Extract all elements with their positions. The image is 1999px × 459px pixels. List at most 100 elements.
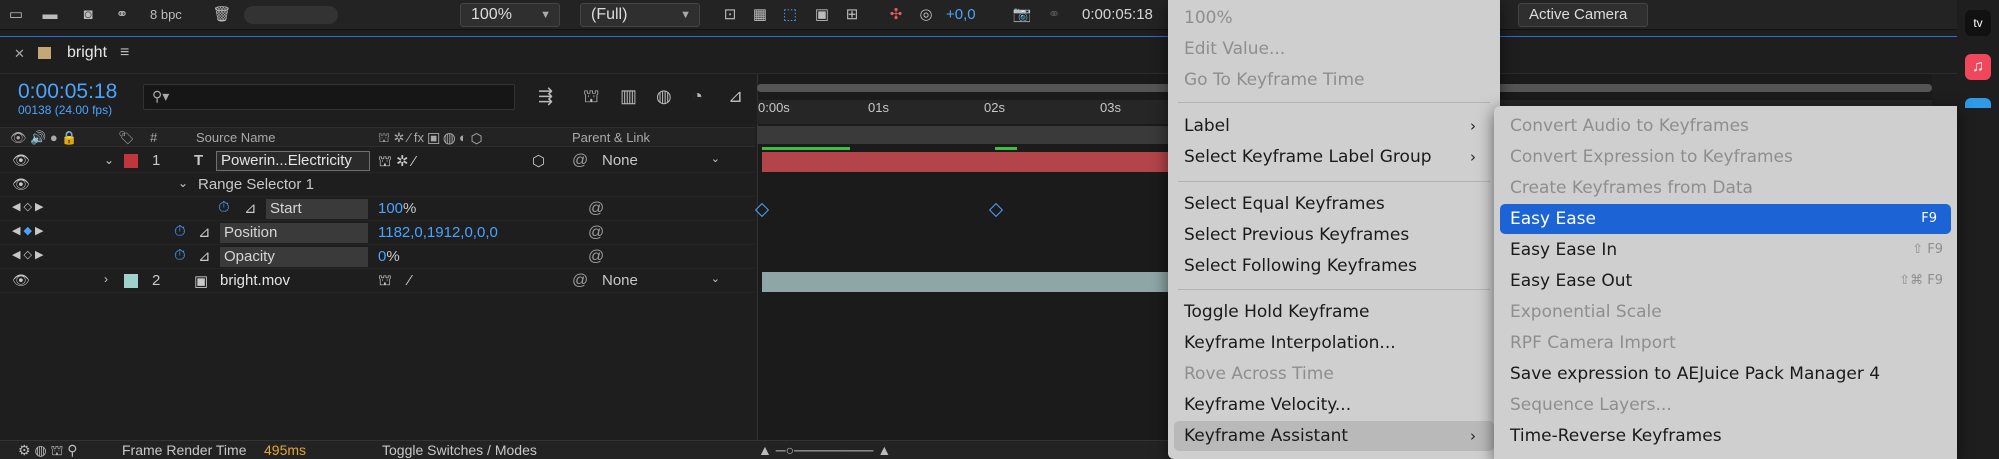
close-icon[interactable]: ✕ — [14, 46, 25, 62]
folder-icon[interactable]: ▬ — [40, 6, 60, 24]
grid-icon[interactable]: ▣ — [812, 6, 832, 24]
submenu-item-easy-ease-out[interactable]: Easy Ease Out ⇧⌘ F9 — [1494, 266, 1957, 296]
menu-item-keyframe-assistant[interactable]: Keyframe Assistant › — [1174, 421, 1494, 451]
layer-row[interactable]: 👁 › 2 ▣ bright.mov ⛫ ⁄ @ None ⌄ — [0, 269, 755, 293]
monitor-icon[interactable]: ▭ — [6, 6, 26, 24]
layer-name[interactable]: bright.mov — [220, 272, 290, 289]
search-input[interactable]: ⚲▾ — [143, 84, 515, 110]
menu-item-toggle-hold-keyframe[interactable]: Toggle Hold Keyframe — [1168, 297, 1500, 327]
keyframe-nav[interactable]: ◀ ◇ ▶ — [12, 200, 44, 213]
chevron-right-icon[interactable]: › — [104, 272, 108, 286]
snapshot-icon[interactable]: ◙ — [78, 6, 98, 24]
parent-dropdown[interactable]: None ⌄ — [602, 152, 720, 169]
region-of-interest-icon[interactable]: ⊡ — [720, 6, 740, 24]
submenu-item-label: Exponential Scale — [1510, 302, 1662, 322]
eye-icon[interactable]: 👁 — [12, 176, 30, 193]
submenu-item-easy-ease[interactable]: Easy Ease F9 — [1500, 204, 1951, 234]
expression-icon[interactable]: @ — [588, 248, 604, 266]
parent-dropdown[interactable]: None ⌄ — [602, 272, 720, 289]
graph-icon[interactable]: ⊿ — [198, 247, 211, 265]
motion-blur-icon[interactable]: ◔ — [692, 86, 703, 107]
ruler-tick: 0:00s — [758, 100, 790, 115]
eye-icon[interactable]: 👁 — [12, 152, 30, 169]
menu-item-select-previous-keyframes[interactable]: Select Previous Keyframes — [1168, 220, 1500, 250]
chevron-down-icon[interactable]: ⌄ — [178, 176, 188, 190]
menu-item-label-submenu[interactable]: Label › — [1168, 111, 1500, 141]
status-icons[interactable]: ⚙ ◍ ⛫ ⚲ — [18, 442, 78, 459]
position-value[interactable]: 1182,0,1912,0,0,0 — [378, 224, 498, 241]
start-value[interactable]: 100% — [378, 200, 416, 217]
slider-track[interactable] — [244, 6, 338, 24]
bpc-label[interactable]: 8 bpc — [150, 7, 182, 22]
eye-icon[interactable]: 👁 — [12, 272, 30, 289]
stopwatch-icon[interactable]: ⏱ — [218, 199, 230, 216]
viewer-timecode[interactable]: 0:00:05:18 — [1082, 6, 1153, 23]
expression-icon[interactable]: @ — [588, 224, 604, 242]
layer-row[interactable]: 👁 ⌄ 1 T Powerin...Electricity ⛫ ✲ ⁄ ⬡ @ … — [0, 149, 755, 173]
menu-item-select-following-keyframes[interactable]: Select Following Keyframes — [1168, 251, 1500, 281]
frame-blending-icon[interactable]: ◍ — [656, 86, 672, 107]
color-channel-icon[interactable]: ✣ — [886, 6, 906, 24]
current-time[interactable]: 0:00:05:18 — [18, 80, 117, 104]
transparency-grid-icon[interactable]: ▦ — [750, 6, 770, 24]
apple-tv-icon[interactable]: tv — [1965, 10, 1991, 36]
exposure-icon[interactable]: ◎ — [916, 6, 936, 24]
switches[interactable]: ⛫ ✲ ⁄ — [378, 152, 415, 172]
label-color-swatch[interactable] — [124, 274, 138, 288]
layer-duration-bar[interactable] — [762, 152, 1172, 172]
expression-icon[interactable]: @ — [588, 200, 604, 218]
camera-dropdown[interactable]: Active Camera — [1518, 3, 1648, 27]
opacity-label: Opacity — [220, 247, 368, 267]
submenu-item-time-reverse-keyframes[interactable]: Time-Reverse Keyframes — [1494, 421, 1957, 451]
zoom-slider[interactable]: ▲ ─○──────── ▲ — [758, 442, 891, 458]
menu-item-select-equal-keyframes[interactable]: Select Equal Keyframes — [1168, 189, 1500, 219]
pickwhip-icon[interactable]: @ — [572, 152, 588, 170]
pickwhip-icon[interactable]: @ — [572, 272, 588, 290]
exposure-value[interactable]: +0,0 — [946, 6, 976, 23]
layer-name[interactable]: Powerin...Electricity — [216, 151, 370, 171]
chevron-right-icon: › — [1470, 148, 1476, 166]
flowchart-icon[interactable]: ⚭ — [112, 6, 132, 24]
zoom-dropdown[interactable]: 100% ▼ — [460, 3, 560, 27]
resolution-dropdown[interactable]: (Full) ▼ — [580, 3, 700, 27]
music-icon[interactable]: ♫ — [1965, 54, 1991, 80]
3d-icon[interactable]: ⬡ — [532, 152, 545, 170]
opacity-param-row[interactable]: ◀ ◇ ▶ ⏱ ⊿ Opacity 0% @ — [0, 245, 755, 269]
chevron-down-icon[interactable]: ⌄ — [104, 153, 114, 167]
switches[interactable]: ⛫ ⁄ — [378, 272, 411, 291]
trash-icon[interactable]: 🗑 — [212, 6, 232, 24]
start-number[interactable]: 100 — [378, 200, 403, 217]
keyframe-nav[interactable]: ◀ ◆ ▶ — [12, 224, 44, 237]
keyframe-nav[interactable]: ◀ ◇ ▶ — [12, 248, 44, 261]
menu-item-keyframe-interpolation[interactable]: Keyframe Interpolation... — [1168, 328, 1500, 358]
app-icon[interactable] — [1965, 98, 1991, 108]
camera-snapshot-icon[interactable]: 📷 — [1012, 6, 1032, 24]
show-snapshot-icon[interactable]: ⚭ — [1044, 6, 1064, 24]
tab-menu-icon[interactable]: ≡ — [120, 44, 129, 62]
shy-layers-icon[interactable]: ▥ — [620, 86, 637, 107]
av-features-icons: 👁 🔊 ● 🔒 — [10, 130, 78, 145]
submenu-item-easy-ease-in[interactable]: Easy Ease In ⇧ F9 — [1494, 235, 1957, 265]
stopwatch-icon[interactable]: ⏱ — [174, 247, 186, 264]
graph-editor-icon[interactable]: ⊿ — [728, 86, 743, 107]
opacity-value[interactable]: 0% — [378, 248, 400, 265]
start-param-row[interactable]: ◀ ◇ ▶ ⏱ ⊿ Start 100% @ — [0, 197, 755, 221]
stopwatch-icon[interactable]: ⏱ — [174, 223, 186, 240]
graph-icon[interactable]: ⊿ — [244, 199, 257, 217]
menu-item-select-keyframe-label-group[interactable]: Select Keyframe Label Group › — [1168, 142, 1500, 172]
menu-item-keyframe-velocity[interactable]: Keyframe Velocity... — [1168, 390, 1500, 420]
submenu-item-save-expression-aejuice[interactable]: Save expression to AEJuice Pack Manager … — [1494, 359, 1957, 389]
source-name-column[interactable]: Source Name — [196, 130, 275, 145]
range-selector-row[interactable]: 👁 ⌄ Range Selector 1 — [0, 173, 755, 197]
submenu-item-label: Time-Reverse Keyframes — [1510, 426, 1722, 446]
graph-icon[interactable]: ⊿ — [198, 223, 211, 241]
label-color-swatch[interactable] — [124, 154, 138, 168]
toggle-switches-button[interactable]: Toggle Switches / Modes — [382, 442, 537, 458]
guides-icon[interactable]: ⊞ — [842, 6, 862, 24]
composition-flowchart-icon[interactable]: ⇶ — [538, 86, 553, 107]
mask-path-icon[interactable]: ⬚ — [780, 6, 800, 24]
position-param-row[interactable]: ◀ ◆ ▶ ⏱ ⊿ Position 1182,0,1912,0,0,0 @ — [0, 221, 755, 245]
comp-tab[interactable]: bright — [67, 44, 107, 62]
layer-duration-bar[interactable] — [762, 272, 1172, 292]
draft-3d-icon[interactable]: ⛫ — [583, 86, 600, 110]
